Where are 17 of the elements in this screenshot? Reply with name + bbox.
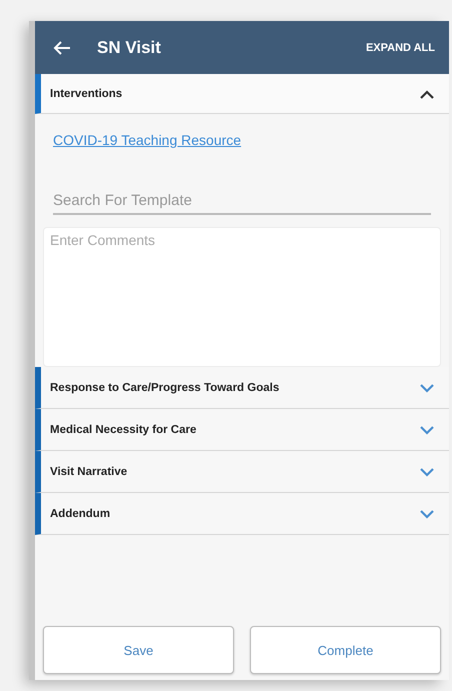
- section-header[interactable]: Visit Narrative: [35, 451, 449, 493]
- chevron-down-icon: [419, 466, 435, 476]
- chevron-down-icon: [419, 424, 435, 434]
- template-search-field[interactable]: Search For Template: [53, 188, 431, 215]
- complete-button[interactable]: Complete: [250, 626, 441, 674]
- comments-field[interactable]: Enter Comments: [43, 227, 441, 367]
- section-header[interactable]: Addendum: [35, 493, 449, 535]
- back-arrow-icon: [53, 40, 71, 56]
- section-header[interactable]: Medical Necessity for Care: [35, 409, 449, 451]
- chevron-down-icon: [419, 508, 435, 518]
- expand-all-button[interactable]: EXPAND ALL: [360, 40, 441, 54]
- section-header[interactable]: Interventions: [35, 74, 449, 114]
- screen-title: SN Visit: [97, 38, 162, 58]
- section-header[interactable]: Response to Care/Progress Toward Goals: [35, 367, 449, 409]
- chevron-down-icon: [419, 382, 435, 392]
- save-button[interactable]: Save: [43, 626, 234, 674]
- chevron-up-icon: [419, 88, 435, 98]
